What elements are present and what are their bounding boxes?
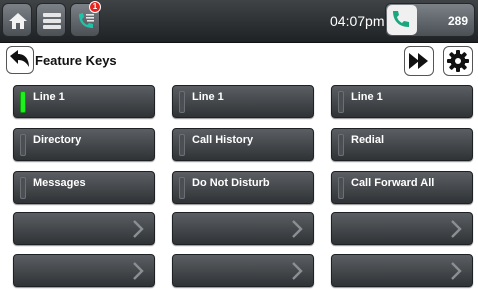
feature-key-label: Directory xyxy=(33,134,82,146)
chevron-right-icon xyxy=(451,262,462,280)
menu-icon xyxy=(43,13,61,29)
line-status-indicator xyxy=(20,91,26,113)
home-icon xyxy=(9,13,27,29)
chevron-right-icon xyxy=(451,220,462,238)
empty-feature-key[interactable] xyxy=(13,212,155,245)
home-button[interactable] xyxy=(2,3,32,37)
extension-number: 289 xyxy=(447,14,468,28)
settings-button[interactable] xyxy=(443,46,473,76)
feature-key-do-not-disturb[interactable]: Do Not Disturb xyxy=(172,171,314,204)
key-status-indicator xyxy=(20,177,26,199)
phone-icon xyxy=(393,11,409,27)
feature-key-messages[interactable]: Messages xyxy=(13,171,155,204)
chevron-right-icon xyxy=(133,262,144,280)
missed-calls-badge: 1 xyxy=(89,1,101,13)
line-status-button[interactable]: 289 xyxy=(385,3,475,37)
key-status-indicator xyxy=(179,177,185,199)
feature-key-line-1[interactable]: Line 1 xyxy=(13,85,155,118)
feature-key-label: Line 1 xyxy=(192,91,224,103)
back-arrow-icon xyxy=(10,50,29,67)
key-status-indicator xyxy=(338,134,344,156)
feature-key-label: Messages xyxy=(33,177,86,189)
feature-key-label: Line 1 xyxy=(351,91,383,103)
feature-key-label: Redial xyxy=(351,134,385,146)
chevron-right-icon xyxy=(292,220,303,238)
call-log-button[interactable]: 1 xyxy=(70,1,101,37)
key-status-indicator xyxy=(338,177,344,199)
feature-key-label: Call History xyxy=(192,134,254,146)
line-status-indicator xyxy=(179,91,185,113)
feature-key-line-1[interactable]: Line 1 xyxy=(331,85,473,118)
feature-key-call-forward-all[interactable]: Call Forward All xyxy=(331,171,473,204)
feature-key-label: Call Forward All xyxy=(351,177,435,189)
top-bar: 1 04:07pm 289 xyxy=(0,0,478,43)
feature-key-line-1[interactable]: Line 1 xyxy=(172,85,314,118)
feature-key-label: Do Not Disturb xyxy=(192,177,270,189)
call-log-icon xyxy=(79,13,94,28)
clock: 04:07pm xyxy=(330,13,385,29)
page-title: Feature Keys xyxy=(35,53,117,68)
empty-feature-key[interactable] xyxy=(331,212,473,245)
back-button[interactable] xyxy=(6,46,34,74)
empty-feature-key[interactable] xyxy=(331,254,473,287)
empty-feature-key[interactable] xyxy=(172,254,314,287)
phone-icon-tile xyxy=(387,5,417,35)
menu-button[interactable] xyxy=(36,3,66,37)
next-page-button[interactable] xyxy=(404,46,434,76)
chevron-right-icon xyxy=(292,262,303,280)
sub-header: Feature Keys xyxy=(0,43,478,79)
empty-feature-key[interactable] xyxy=(172,212,314,245)
fast-forward-icon xyxy=(409,53,428,69)
key-status-indicator xyxy=(20,134,26,156)
empty-feature-key[interactable] xyxy=(13,254,155,287)
feature-key-label: Line 1 xyxy=(33,91,65,103)
feature-key-redial[interactable]: Redial xyxy=(331,128,473,161)
feature-key-directory[interactable]: Directory xyxy=(13,128,155,161)
line-status-indicator xyxy=(338,91,344,113)
chevron-right-icon xyxy=(133,220,144,238)
feature-key-call-history[interactable]: Call History xyxy=(172,128,314,161)
gear-icon xyxy=(447,50,469,72)
key-status-indicator xyxy=(179,134,185,156)
